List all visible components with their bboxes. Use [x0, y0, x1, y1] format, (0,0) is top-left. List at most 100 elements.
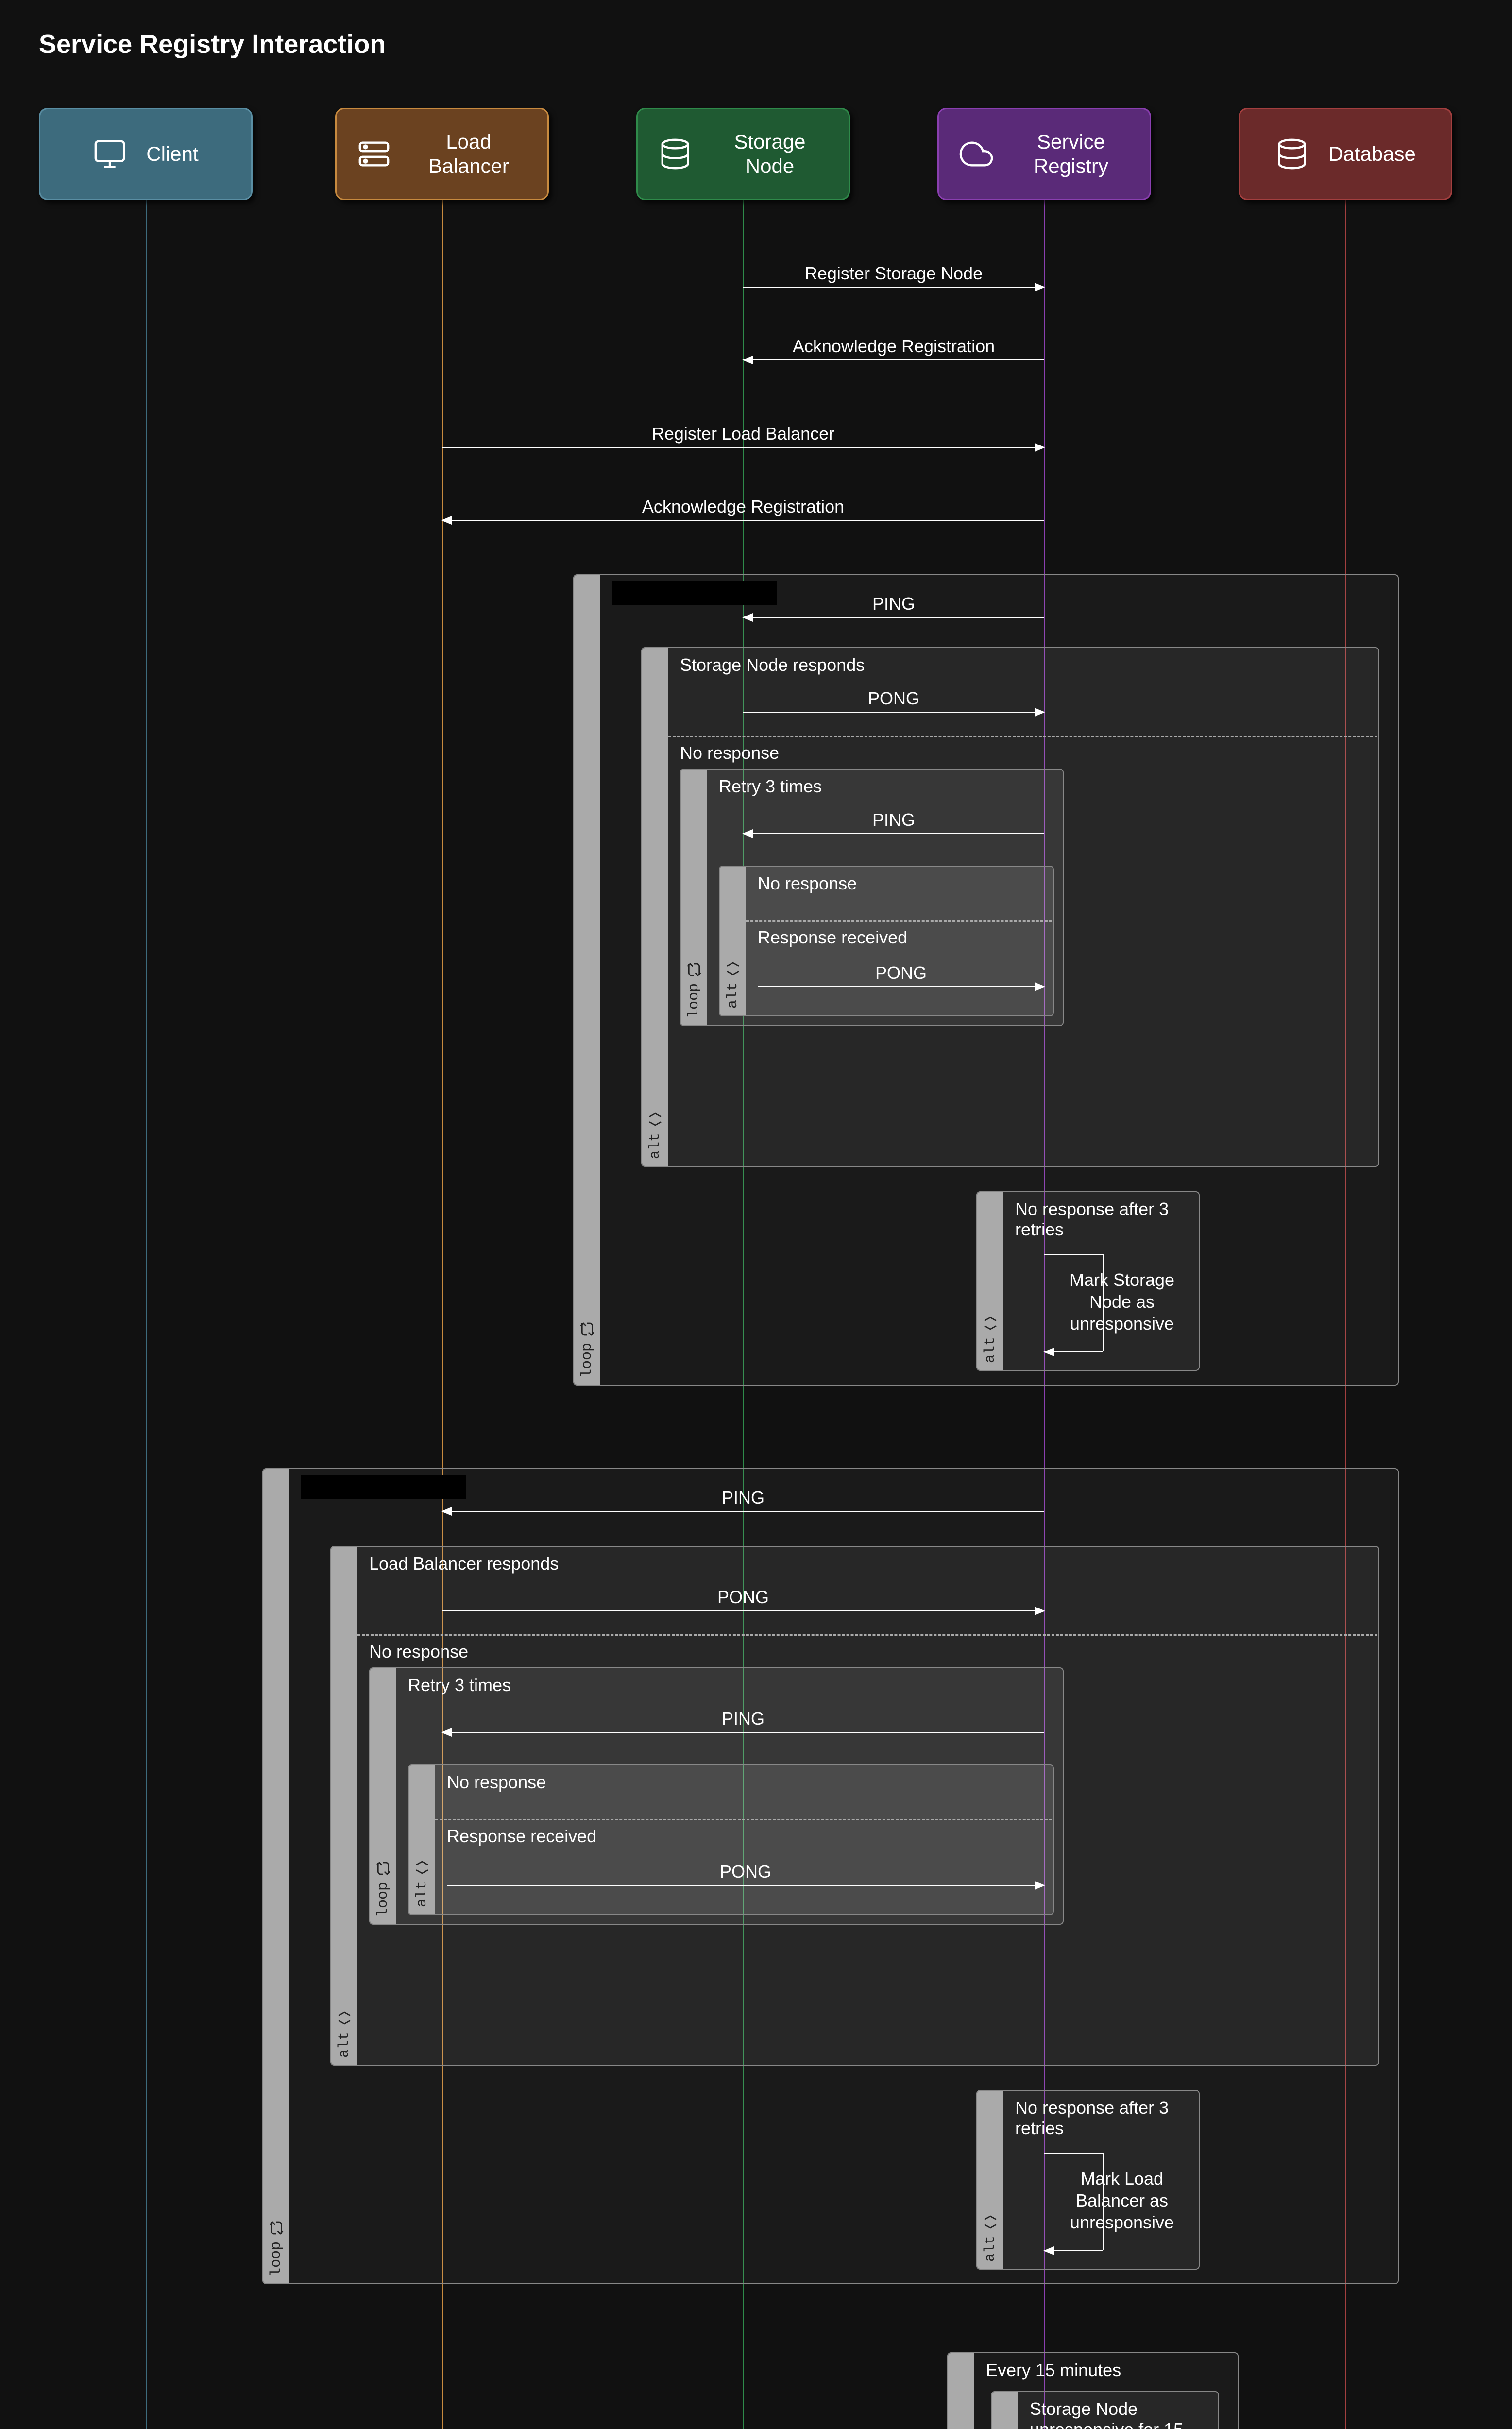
actor-label: Database — [1328, 142, 1416, 166]
loop-icon — [269, 2220, 284, 2236]
arrow-left-icon — [442, 1732, 1044, 1733]
msg-label: PING — [722, 1709, 764, 1729]
msg-ping-lb: PING — [442, 1488, 1044, 1512]
cond-retry3: Retry 3 times — [719, 776, 822, 797]
cond-response-received2: Response received — [447, 1826, 596, 1847]
msg-ping-retry-sn: PING — [743, 810, 1044, 834]
actor-lb-top: Load Balancer — [335, 108, 549, 200]
cloud-icon — [959, 137, 993, 171]
self-line — [1044, 2153, 1103, 2154]
msg-label: Acknowledge Registration — [642, 496, 844, 517]
cond-no-response4: No response — [447, 1772, 546, 1793]
arrow-right-icon — [442, 1610, 1044, 1611]
block-tab-loop: loop — [263, 1469, 289, 2283]
block-tab-loop: loop — [681, 770, 707, 1025]
msg-label: PONG — [720, 1862, 771, 1882]
arrow-left-icon — [743, 359, 1044, 360]
msg-label: PONG — [868, 688, 919, 709]
cond-no-response2: No response — [758, 873, 857, 894]
msg-ack-reg-lb: Acknowledge Registration — [442, 496, 1044, 521]
self-arrow — [1044, 1351, 1103, 1352]
actor-sn-top: Storage Node — [636, 108, 850, 200]
loop-icon — [375, 1861, 391, 1876]
actor-label: Load Balancer — [410, 130, 527, 179]
keyword-alt: alt — [647, 1133, 663, 1159]
msg-pong-lb: PONG — [442, 1587, 1044, 1611]
monitor-icon — [93, 137, 127, 171]
cond-noresp3-lb: No response after 3 retries — [1015, 2098, 1190, 2138]
msg-pong-retry-sn: PONG — [758, 963, 1044, 987]
keyword-loop: loop — [686, 983, 702, 1018]
arrow-right-icon — [743, 287, 1044, 288]
block-tab-alt: alt — [409, 1765, 435, 1914]
msg-pong-sn: PONG — [743, 688, 1044, 713]
alt-icon — [414, 1860, 430, 1875]
actor-label: Client — [146, 142, 198, 166]
alt-icon — [337, 2010, 352, 2026]
self-arrow — [1044, 2250, 1103, 2251]
msg-pong-retry-lb: PONG — [447, 1862, 1044, 1886]
arrow-right-icon — [758, 986, 1044, 987]
actor-sr-top: Service Registry — [937, 108, 1151, 200]
cond-sn-unresp15: Storage Node unresponsive for 15 minutes — [1030, 2399, 1214, 2429]
msg-label: Register Storage Node — [805, 263, 983, 284]
actor-label: Service Registry — [1013, 130, 1129, 179]
alt-icon — [647, 1112, 663, 1127]
msg-label: Register Load Balancer — [652, 424, 834, 444]
keyword-alt: alt — [336, 2032, 353, 2058]
alt-icon — [983, 1316, 998, 1331]
alt-divider — [357, 1634, 1377, 1636]
cond-noresp3: No response after 3 retries — [1015, 1199, 1190, 1240]
arrow-right-icon — [743, 712, 1044, 713]
cond-no-response: No response — [680, 743, 779, 763]
msg-ack-reg-sn: Acknowledge Registration — [743, 336, 1044, 360]
actor-client-top: Client — [39, 108, 253, 200]
self-label: Mark Load Balancer as unresponsive — [1064, 2168, 1180, 2233]
msg-register-sn: Register Storage Node — [743, 263, 1044, 288]
alt-icon — [983, 2214, 998, 2230]
arrow-right-icon — [442, 447, 1044, 448]
block-tab-alt: alt — [992, 2392, 1018, 2429]
keyword-alt: alt — [414, 1881, 430, 1907]
cond-response-received: Response received — [758, 927, 907, 948]
loop-icon — [579, 1321, 595, 1337]
keyword-loop: loop — [579, 1343, 595, 1378]
page-title: Service Registry Interaction — [39, 29, 1473, 59]
block-tab-alt: alt — [720, 867, 746, 1015]
arrow-left-icon — [743, 833, 1044, 834]
self-label: Mark Storage Node as unresponsive — [1064, 1269, 1180, 1334]
cond-no-response3: No response — [369, 1642, 468, 1662]
cond-every15: Every 15 minutes — [986, 2360, 1121, 2380]
arrow-right-icon — [447, 1885, 1044, 1886]
loop-icon — [686, 962, 702, 977]
msg-label: Acknowledge Registration — [793, 336, 995, 357]
block-tab-alt: alt — [977, 1192, 1003, 1370]
block-tab-loop: loop — [948, 2353, 974, 2429]
keyword-loop: loop — [375, 1882, 391, 1917]
lifeline-client — [146, 200, 147, 2429]
keyword-alt: alt — [982, 1337, 999, 1363]
block-alt-retry-result-lb: alt No response Response received — [408, 1764, 1054, 1915]
actor-db-top: Database — [1239, 108, 1452, 200]
block-tab-loop: loop — [370, 1668, 396, 1924]
alt-divider — [746, 920, 1052, 922]
sequence-diagram: Client Load Balancer Storage Node Servic… — [39, 108, 1473, 2429]
actor-label: Storage Node — [712, 130, 828, 179]
block-tab-alt: alt — [331, 1547, 357, 2065]
block-tab-loop: loop — [574, 575, 600, 1385]
msg-label: PING — [872, 594, 915, 614]
msg-label: PONG — [875, 963, 927, 983]
self-line — [1044, 1254, 1103, 1255]
block-tab-alt: alt — [977, 2091, 1003, 2269]
database-icon — [658, 137, 692, 171]
block-alt-retry-result-sn: alt No response Response received — [719, 866, 1054, 1016]
cond-sn-responds: Storage Node responds — [680, 655, 865, 675]
keyword-loop: loop — [268, 2241, 285, 2276]
block-alt-remove-sn: alt Storage Node unresponsive for 15 min… — [991, 2391, 1219, 2429]
block-tab-alt: alt — [642, 648, 668, 1166]
arrow-left-icon — [442, 1511, 1044, 1512]
cond-retry3-lb: Retry 3 times — [408, 1675, 511, 1695]
msg-label: PING — [722, 1488, 764, 1508]
alt-icon — [725, 961, 741, 976]
msg-ping-retry-lb: PING — [442, 1709, 1044, 1733]
